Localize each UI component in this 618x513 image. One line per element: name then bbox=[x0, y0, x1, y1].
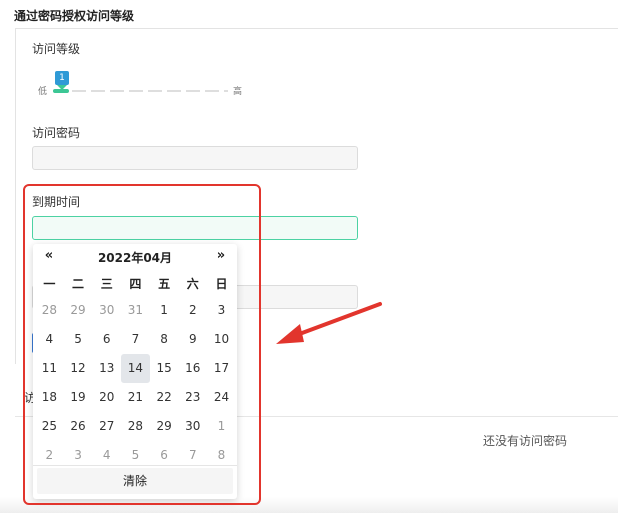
datepicker-divider bbox=[33, 465, 237, 466]
day-cell[interactable]: 31 bbox=[121, 296, 150, 325]
datepicker: « 2022年04月 » 一二三四五六日 28 29 30 31 1 2 3 4 5 6 7 8 9 10 1… bbox=[33, 244, 237, 499]
day-cell[interactable]: 6 bbox=[92, 325, 121, 354]
day-cell[interactable]: 20 bbox=[92, 383, 121, 412]
day-cell[interactable]: 29 bbox=[150, 412, 179, 441]
slider-low-label: 低 bbox=[38, 87, 48, 97]
password-label: 访问密码 bbox=[32, 126, 81, 140]
day-cell[interactable]: 11 bbox=[35, 354, 64, 383]
day-cell[interactable]: 28 bbox=[121, 412, 150, 441]
day-cell[interactable]: 2 bbox=[178, 296, 207, 325]
day-cell[interactable]: 29 bbox=[64, 296, 93, 325]
day-cell[interactable]: 19 bbox=[64, 383, 93, 412]
slider-handle[interactable]: 1 bbox=[55, 71, 69, 90]
password-input[interactable] bbox=[32, 146, 358, 170]
clear-button[interactable]: 清除 bbox=[37, 468, 233, 494]
day-cell[interactable]: 7 bbox=[121, 325, 150, 354]
empty-state-text: 还没有访问密码 bbox=[483, 434, 568, 448]
weekday-header: 四 bbox=[129, 277, 142, 291]
section-title: 通过密码授权访问等级 bbox=[14, 9, 135, 23]
day-cell[interactable]: 3 bbox=[207, 296, 236, 325]
day-cell[interactable]: 23 bbox=[178, 383, 207, 412]
slider-high-label: 高 bbox=[233, 87, 243, 97]
day-cell[interactable]: 16 bbox=[178, 354, 207, 383]
day-cell[interactable]: 12 bbox=[64, 354, 93, 383]
datepicker-header: « 2022年04月 » bbox=[33, 248, 237, 268]
day-cell[interactable]: 24 bbox=[207, 383, 236, 412]
bottom-shadow bbox=[0, 497, 618, 513]
expiry-label: 到期时间 bbox=[32, 195, 81, 209]
access-level-label: 访问等级 bbox=[32, 42, 81, 56]
day-cell[interactable]: 1 bbox=[150, 296, 179, 325]
day-cell[interactable]: 13 bbox=[92, 354, 121, 383]
day-cell[interactable]: 25 bbox=[35, 412, 64, 441]
day-cell[interactable]: 27 bbox=[92, 412, 121, 441]
day-cell[interactable]: 8 bbox=[150, 325, 179, 354]
weekday-header: 五 bbox=[158, 277, 171, 291]
day-cell[interactable]: 15 bbox=[150, 354, 179, 383]
day-cell[interactable]: 4 bbox=[35, 325, 64, 354]
expiry-input[interactable] bbox=[32, 216, 358, 240]
datepicker-title[interactable]: 2022年04月 bbox=[73, 249, 197, 266]
day-cell[interactable]: 26 bbox=[64, 412, 93, 441]
day-cell[interactable]: 28 bbox=[35, 296, 64, 325]
slider-track[interactable] bbox=[53, 90, 228, 92]
day-cell-selected[interactable]: 14 bbox=[121, 354, 150, 383]
day-cell[interactable]: 30 bbox=[178, 412, 207, 441]
day-cell[interactable]: 18 bbox=[35, 383, 64, 412]
arrow-left-annotation-icon bbox=[276, 302, 382, 344]
weekday-header: 一 bbox=[43, 277, 56, 291]
day-cell[interactable]: 22 bbox=[150, 383, 179, 412]
day-cell[interactable]: 30 bbox=[92, 296, 121, 325]
day-cell[interactable]: 9 bbox=[178, 325, 207, 354]
prev-month-button[interactable]: « bbox=[37, 248, 61, 263]
weekday-header: 二 bbox=[72, 277, 85, 291]
weekday-header: 六 bbox=[186, 277, 199, 291]
weekday-header: 日 bbox=[215, 277, 228, 291]
day-cell[interactable]: 1 bbox=[207, 412, 236, 441]
datepicker-grid: 一二三四五六日 28 29 30 31 1 2 3 4 5 6 7 8 9 10 11 12 13 14 15 16 17… bbox=[35, 272, 235, 470]
day-cell[interactable]: 21 bbox=[121, 383, 150, 412]
day-cell[interactable]: 10 bbox=[207, 325, 236, 354]
day-cell[interactable]: 5 bbox=[64, 325, 93, 354]
weekday-header: 三 bbox=[100, 277, 113, 291]
next-month-button[interactable]: » bbox=[209, 248, 233, 263]
day-cell[interactable]: 17 bbox=[207, 354, 236, 383]
